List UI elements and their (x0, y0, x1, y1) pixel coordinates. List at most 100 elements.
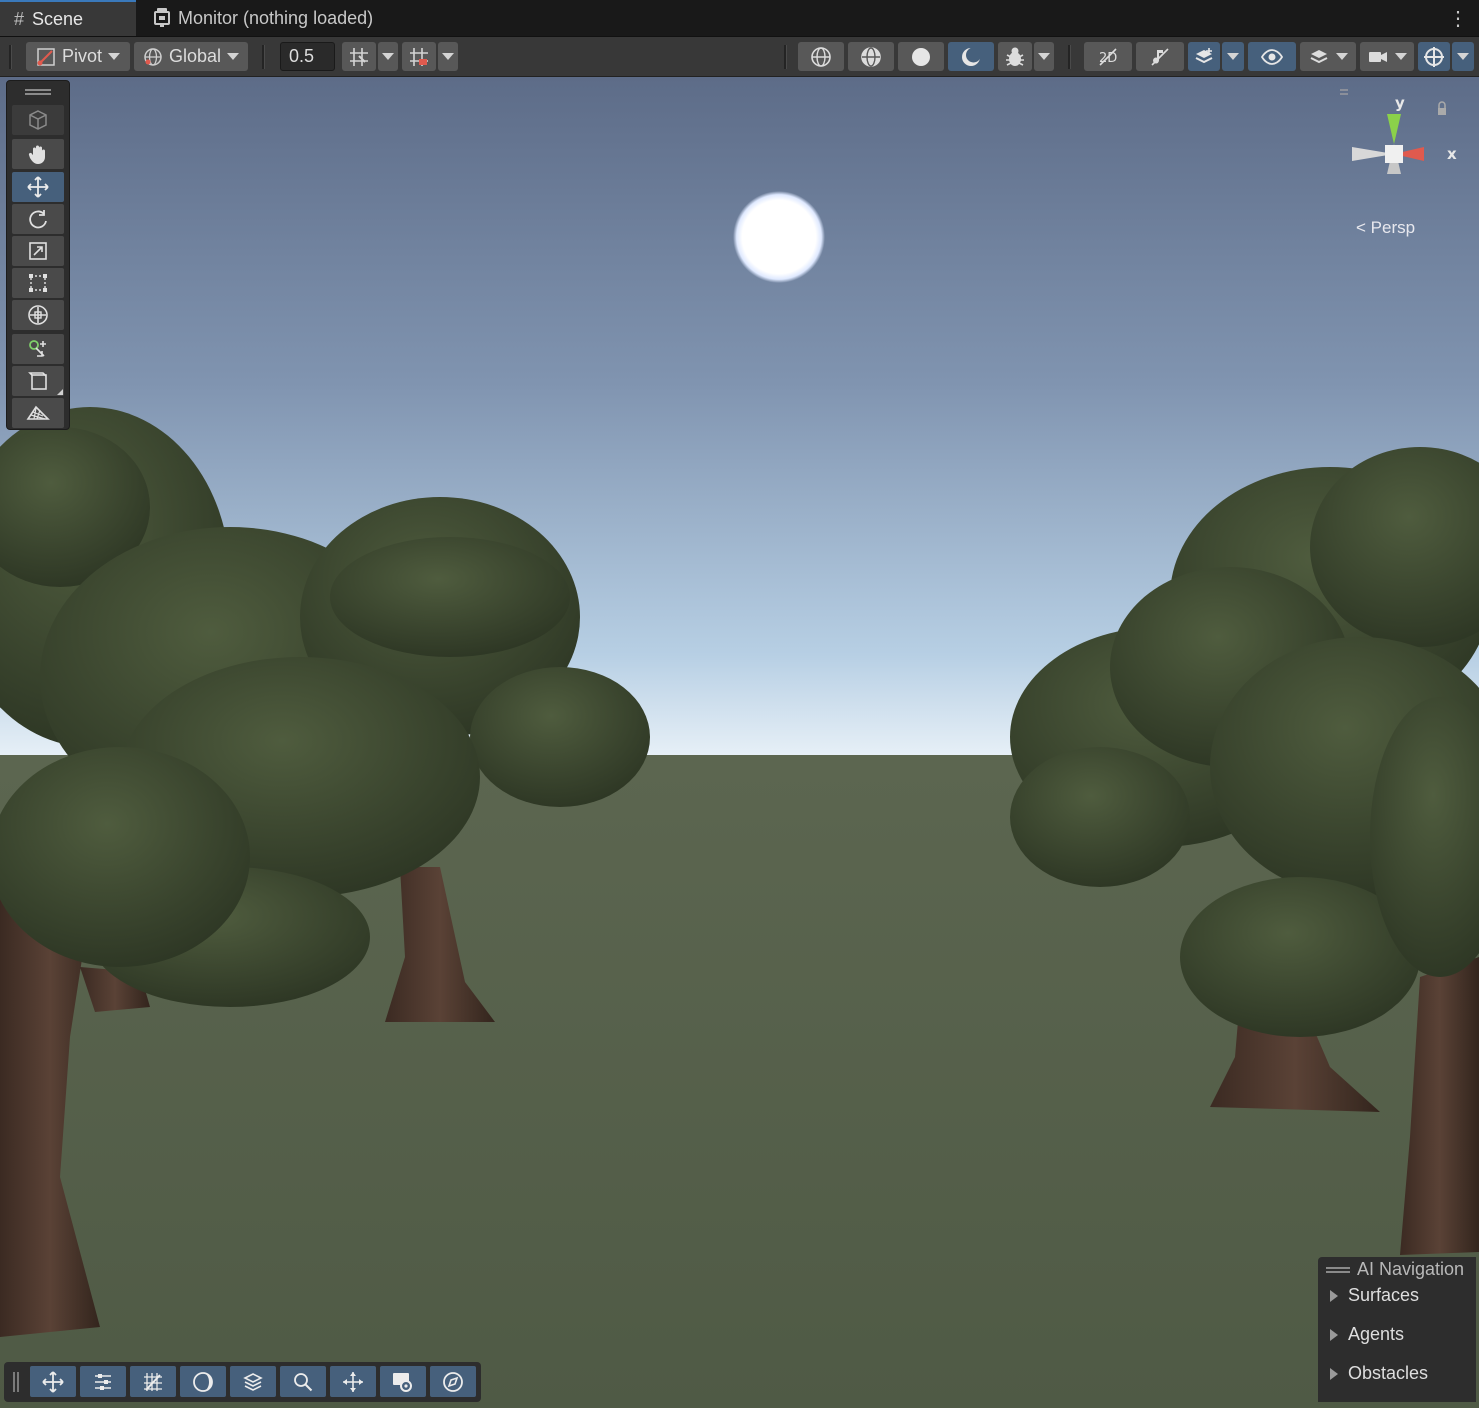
transform-tool-button[interactable] (12, 300, 64, 330)
overlay-camera-button[interactable] (380, 1366, 426, 1397)
more-options-icon[interactable]: ⋮ (1446, 0, 1470, 36)
move-tool-button[interactable] (12, 172, 64, 202)
grid-snap-input[interactable]: 0.5 (280, 42, 335, 71)
expand-arrow-icon (1330, 1328, 1338, 1341)
ai-nav-item-obstacles[interactable]: Obstacles (1330, 1363, 1428, 1384)
scene-visibility-button[interactable] (1248, 42, 1296, 71)
expand-arrow-icon (1330, 1367, 1338, 1380)
gizmos-dropdown[interactable] (1452, 42, 1474, 71)
ai-nav-item-surfaces[interactable]: Surfaces (1330, 1285, 1419, 1306)
chevron-down-icon (1395, 53, 1407, 60)
grid-visibility-dropdown[interactable] (438, 42, 458, 71)
debug-draw-mode-button[interactable] (998, 42, 1032, 71)
chevron-down-icon (227, 53, 240, 60)
chevron-down-icon (108, 53, 121, 60)
wireframe-shading-button[interactable] (798, 42, 844, 71)
hand-tool-button[interactable] (12, 139, 64, 169)
global-dropdown[interactable]: Global (134, 42, 248, 71)
rotate-tool-button[interactable] (12, 204, 64, 234)
chevron-down-icon (1457, 53, 1469, 60)
tab-scene[interactable]: # Scene (0, 0, 136, 36)
camera-settings-dropdown[interactable] (1360, 42, 1414, 71)
shaded-wireframe-icon (861, 46, 881, 67)
draw-mode-icon (28, 372, 47, 390)
overlay-search-button[interactable] (280, 1366, 326, 1397)
gizmos-toggle-button[interactable] (1418, 42, 1450, 71)
scene-render (0, 77, 1479, 1408)
overlay-move-button[interactable] (30, 1366, 76, 1397)
global-label: Global (168, 46, 222, 66)
move-tool-icon (27, 176, 49, 198)
overlay-grip[interactable] (25, 89, 51, 91)
grid-icon (144, 1372, 162, 1391)
globe-icon (144, 47, 162, 66)
grid-visibility-toggle[interactable] (402, 42, 436, 71)
tab-monitor-label: Monitor (nothing loaded) (178, 7, 374, 28)
2d-toggle-icon: 2D (1099, 47, 1117, 66)
grid-visibility-icon (410, 47, 428, 66)
compass-icon (443, 1371, 463, 1392)
audio-toggle-button[interactable] (1136, 42, 1184, 71)
overlay-grip[interactable] (13, 1372, 15, 1392)
chevron-down-icon (1336, 53, 1348, 60)
toolbar-separator (784, 45, 787, 69)
transform-tool-icon (28, 305, 48, 325)
lighting-mode-button[interactable] (948, 42, 994, 71)
pivot-dropdown[interactable]: Pivot (26, 42, 130, 71)
shaded-button[interactable] (898, 42, 944, 71)
expand-arrow-icon (1330, 1289, 1338, 1302)
effects-dropdown[interactable] (1222, 42, 1244, 71)
chevron-down-icon (1227, 53, 1239, 60)
view-cube-icon (29, 110, 47, 130)
pivot-label: Pivot (61, 46, 103, 66)
overlay-settings-button[interactable] (80, 1366, 126, 1397)
eye-icon (1260, 48, 1284, 65)
projection-toggle[interactable]: < Persp (1356, 218, 1415, 238)
search-icon (294, 1372, 313, 1391)
tab-monitor[interactable]: Monitor (nothing loaded) (140, 0, 400, 36)
rect-tool-button[interactable] (12, 268, 64, 298)
draw-mode-button[interactable] (12, 366, 64, 396)
scene-viewport[interactable] (0, 77, 1479, 1408)
overlay-pivot-button[interactable] (330, 1366, 376, 1397)
overlay-lighting-button[interactable] (180, 1366, 226, 1397)
pivot-icon (37, 47, 55, 66)
gizmo-x-label: x (1447, 145, 1457, 163)
overlay-layers-button[interactable] (230, 1366, 276, 1397)
overlay-grip[interactable] (1326, 1267, 1350, 1269)
toolbar-separator (262, 45, 265, 69)
terrain-tool-button[interactable] (12, 398, 64, 428)
custom-tool-icon (29, 340, 46, 357)
custom-tool-button[interactable] (12, 334, 64, 364)
hash-icon: # (14, 8, 25, 29)
audio-muted-icon (1151, 47, 1169, 66)
bug-icon (1006, 47, 1024, 66)
tab-bar: # Scene Monitor (nothing loaded) ⋮ (0, 0, 1479, 37)
2d-toggle-button[interactable]: 2D (1084, 42, 1132, 71)
toolbar-grip (9, 45, 12, 69)
ai-nav-item-agents[interactable]: Agents (1330, 1324, 1404, 1345)
overlay-compass-button[interactable] (430, 1366, 476, 1397)
terrain-tool-icon (26, 405, 50, 420)
scene-toolbar: Pivot Global 0.5 2D (0, 37, 1479, 77)
scale-tool-button[interactable] (12, 236, 64, 266)
settings-sliders-icon (95, 1373, 111, 1390)
grid-snap-toggle[interactable] (342, 42, 376, 71)
effects-toggle-button[interactable] (1188, 42, 1220, 71)
scale-tool-icon (29, 242, 47, 260)
camera-icon (1369, 51, 1387, 62)
ai-navigation-overlay: AI Navigation Surfaces Agents Obstacles (1318, 1257, 1476, 1402)
axis-gizmo-icon: y x (1322, 89, 1457, 174)
draw-mode-dropdown[interactable] (1034, 42, 1054, 71)
grid-snap-dropdown[interactable] (378, 42, 398, 71)
view-tool-button[interactable] (12, 105, 64, 135)
wireframe-sphere-icon (811, 46, 831, 67)
layers-icon (243, 1372, 263, 1391)
shaded-wireframe-button[interactable] (848, 42, 894, 71)
chevron-down-icon (382, 53, 394, 60)
overlay-grid-button[interactable] (130, 1366, 176, 1397)
grid-snap-icon (350, 47, 368, 66)
shaded-sphere-icon (912, 47, 930, 66)
move-icon (42, 1370, 64, 1393)
layers-dropdown[interactable] (1300, 42, 1356, 71)
